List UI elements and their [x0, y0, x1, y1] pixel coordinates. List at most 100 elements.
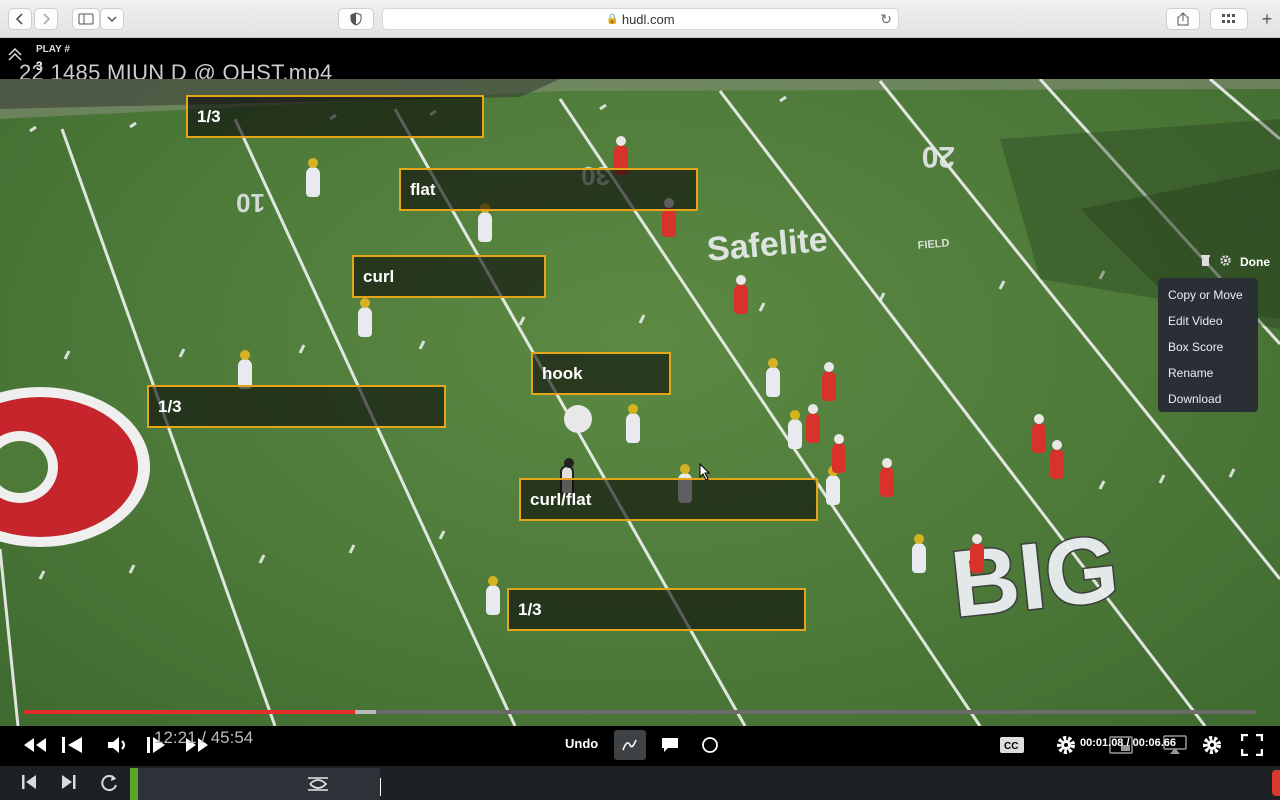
zone-label[interactable]: curl/flat [519, 478, 818, 521]
menu-item-box-score[interactable]: Box Score [1158, 334, 1258, 360]
player-settings-button[interactable] [1198, 730, 1226, 760]
airplay-button[interactable] [1160, 730, 1190, 760]
zone-label[interactable]: 1/3 [186, 95, 484, 138]
fullscreen-icon [1241, 734, 1263, 756]
gear-icon [1203, 736, 1221, 754]
text-comment-tool[interactable] [656, 730, 684, 760]
pen-squiggle-icon [622, 739, 637, 751]
sidebar-menu-button[interactable] [100, 8, 124, 30]
reload-icon[interactable]: ↻ [880, 11, 892, 28]
cc-icon: CC [1000, 737, 1024, 753]
edit-toolbar: Done [1156, 252, 1280, 272]
new-tab-button[interactable]: + [1256, 8, 1278, 30]
clip-playhead[interactable] [130, 768, 138, 800]
player-defense [626, 404, 640, 443]
comment-icon [662, 738, 678, 752]
player-defense [912, 534, 926, 573]
play-number-label: PLAY # [36, 44, 70, 55]
loop-icon [101, 775, 117, 792]
video-progress-bar[interactable] [24, 710, 1256, 714]
zone-label[interactable]: curl [352, 255, 546, 298]
menu-item-download[interactable]: Download [1158, 386, 1258, 412]
undo-button[interactable]: Undo [565, 736, 598, 751]
player-controls: 12:21 / 45:54 Undo CC 00:01.08 / 00:06.6… [0, 726, 1280, 766]
pip-icon [1109, 736, 1133, 754]
previous-frame-button[interactable] [58, 730, 86, 760]
address-bar[interactable]: 🔒 hudl.com ↻ [382, 8, 899, 30]
forward-button[interactable] [34, 8, 58, 30]
gear-icon [1057, 736, 1075, 754]
zone-label[interactable]: hook [531, 352, 671, 395]
tab-overview-button[interactable] [1210, 8, 1248, 30]
video-frame[interactable]: Safelite FIELD 20 30 10 BIG 1/3 flat cur… [0, 79, 1280, 726]
sponsor-text: Safelite [705, 221, 829, 269]
previous-clip-icon [22, 775, 36, 789]
playlist-bar [0, 766, 1280, 800]
played-bar [24, 710, 356, 714]
volume-button[interactable] [104, 730, 132, 760]
player-offense [822, 362, 836, 401]
zone-label[interactable]: 1/3 [507, 588, 806, 631]
drawing-marker-icon [308, 777, 328, 791]
midfield-mark [564, 405, 592, 433]
airplay-icon [1163, 735, 1187, 754]
freehand-draw-tool[interactable] [614, 730, 646, 760]
volume-icon [108, 737, 125, 753]
player-offense [1050, 440, 1064, 479]
video-header: PLAY # 3 22 1485 MIUN D @ OHST.mp4 [0, 38, 1280, 85]
done-button[interactable]: Done [1240, 255, 1270, 269]
chevron-down-icon [107, 16, 117, 23]
ohio-state-logo [0, 387, 150, 547]
edit-menu: Copy or Move Edit Video Box Score Rename… [1158, 278, 1258, 412]
settings-button[interactable] [1052, 730, 1080, 760]
trash-icon[interactable] [1200, 254, 1211, 270]
player-offense [880, 458, 894, 497]
chevron-left-icon [15, 13, 23, 25]
next-clip-button[interactable] [60, 773, 78, 796]
player-defense [766, 358, 780, 397]
loop-button[interactable] [99, 773, 119, 798]
menu-item-edit-video[interactable]: Edit Video [1158, 308, 1258, 334]
chevron-right-icon [43, 13, 51, 25]
share-button[interactable] [1166, 8, 1200, 30]
player-offense [806, 404, 820, 443]
back-button[interactable] [8, 8, 32, 30]
player-offense [832, 434, 846, 473]
menu-item-rename[interactable]: Rename [1158, 360, 1258, 386]
timeline-cursor [380, 778, 381, 796]
mouse-cursor-icon [699, 463, 711, 481]
player-defense [306, 158, 320, 197]
rewind-button[interactable] [20, 730, 50, 760]
privacy-report-button[interactable] [338, 8, 374, 30]
yard-number-10: 10 [236, 188, 265, 218]
time-display: 12:21 / 45:54 [154, 728, 254, 747]
player-offense [662, 198, 676, 237]
picture-in-picture-button[interactable] [1106, 730, 1136, 760]
circle-icon [702, 737, 718, 753]
next-clip-icon [62, 775, 76, 789]
zone-label[interactable]: flat [399, 168, 698, 211]
zone-label[interactable]: 1/3 [147, 385, 446, 428]
circle-tool[interactable] [696, 730, 724, 760]
fullscreen-button[interactable] [1238, 730, 1266, 760]
plus-icon: + [1261, 8, 1273, 29]
rewind-icon [24, 738, 46, 752]
player-offense [734, 275, 748, 314]
svg-text:CC: CC [1004, 741, 1018, 752]
sidebar-icon [78, 13, 94, 25]
previous-clip-button[interactable] [20, 773, 38, 796]
sidebar-toggle-button[interactable] [72, 8, 100, 30]
player-defense [826, 466, 840, 505]
gear-icon[interactable] [1219, 254, 1232, 270]
player-offense [970, 534, 984, 573]
yard-number-20: 20 [922, 140, 955, 173]
grid-icon [1222, 14, 1235, 23]
player-defense [478, 203, 492, 242]
end-marker [1272, 770, 1280, 796]
player-defense [486, 576, 500, 615]
conference-logo: BIG [946, 515, 1123, 637]
menu-item-copy-or-move[interactable]: Copy or Move [1158, 282, 1258, 308]
share-icon [1177, 12, 1189, 26]
clip-timeline[interactable] [130, 768, 380, 800]
captions-button[interactable]: CC [996, 730, 1028, 760]
